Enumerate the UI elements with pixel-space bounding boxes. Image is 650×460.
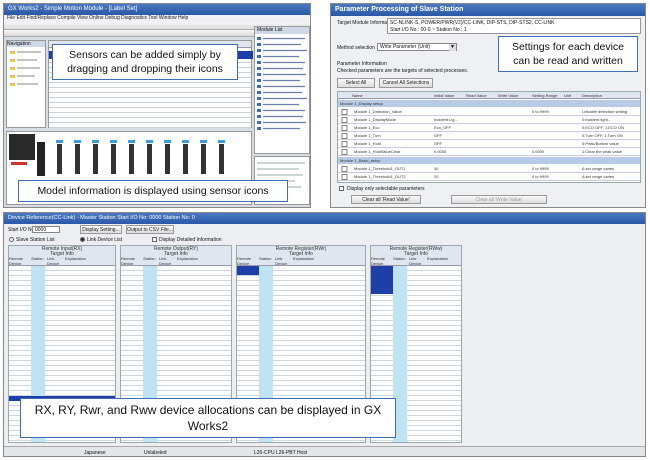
empty-area bbox=[466, 245, 642, 443]
param-row-name: Module 1_Threshold1_OUT1 bbox=[354, 166, 406, 171]
param-row-name: Module 1_Threshold1_OUT2 bbox=[354, 174, 406, 179]
callout-model-info: Model information is displayed using sen… bbox=[18, 180, 288, 202]
param-row-name: Module 1_Hold bbox=[354, 141, 381, 146]
method-select[interactable]: Write Parameter (Unit) ▼ bbox=[377, 43, 457, 51]
target-info-box: SC-NLINK-S, POWER/PWR(V2)/CC-LINK, DIP-S… bbox=[387, 18, 641, 34]
module-list-header: Module List bbox=[255, 27, 309, 34]
module-list-tree[interactable] bbox=[255, 34, 311, 154]
param-row-name: Module 1_Eco bbox=[354, 125, 380, 130]
chevron-down-icon[interactable]: ▼ bbox=[449, 44, 456, 51]
detail-checkbox[interactable] bbox=[152, 237, 157, 242]
parameter-processing-dialog: Parameter Processing of Slave Station Ta… bbox=[330, 3, 646, 208]
param-info-desc: Checked parameters are the targets of se… bbox=[337, 68, 469, 74]
param-row-name: Module 1_DisplayMode bbox=[354, 117, 396, 122]
param-checkboxes[interactable] bbox=[341, 108, 349, 182]
cancel-all-button[interactable]: Cancel All Selections bbox=[379, 78, 433, 88]
window-title: GX Works2 - Simple Motion Module - [Labe… bbox=[4, 4, 310, 15]
clear-write-button[interactable]: Clear all 'Write Value' bbox=[451, 195, 547, 204]
param-row-name: Module 1_Turn bbox=[354, 133, 381, 138]
callout-allocations: RX, RY, Rwr, and Rww device allocations … bbox=[20, 398, 396, 438]
clear-read-button[interactable]: Clear all 'Read Value' bbox=[351, 195, 421, 204]
param-row-name: Module 1_HoldValueClear bbox=[354, 149, 401, 154]
param-row-name: Module 1_Detection_Value bbox=[354, 109, 402, 114]
output-csv-button[interactable]: Output to CSV File... bbox=[126, 225, 174, 234]
method-label: Method selection bbox=[337, 45, 375, 51]
callout-settings: Settings for each device can be read and… bbox=[498, 36, 638, 72]
parameter-table[interactable]: Name Initial Value Read Value Write Valu… bbox=[337, 91, 641, 183]
display-setting-button[interactable]: Display Setting... bbox=[80, 225, 122, 234]
dialog-title: Parameter Processing of Slave Station bbox=[331, 4, 645, 16]
callout-drag-drop: Sensors can be added simply by dragging … bbox=[52, 44, 238, 80]
status-bar: Japanese Unlabeled L26-CPU L26-PBT Host bbox=[4, 446, 645, 456]
gx-works2-main-window: GX Works2 - Simple Motion Module - [Labe… bbox=[3, 3, 311, 208]
radio-link-device[interactable] bbox=[80, 237, 85, 242]
module-list-panel[interactable]: Module List bbox=[254, 26, 310, 154]
param-info-label: Parameter Information bbox=[337, 61, 387, 67]
menu-bar[interactable]: File Edit Find/Replace Compile View Onli… bbox=[4, 15, 310, 22]
project-navigator[interactable]: Navigation bbox=[6, 40, 46, 128]
display-only-checkbox[interactable] bbox=[339, 186, 344, 191]
select-all-button[interactable]: Select All bbox=[337, 78, 375, 88]
device-reference-title: Device Reference(CC-Link) - Master Stati… bbox=[4, 213, 645, 224]
radio-slave-list[interactable] bbox=[9, 237, 14, 242]
navigator-tree[interactable] bbox=[7, 47, 47, 127]
start-io-select[interactable]: 0000 bbox=[32, 226, 60, 233]
display-only-label: Display only selectable parameters bbox=[347, 186, 425, 192]
param-row-name: Module 1_Display setup bbox=[340, 101, 383, 106]
